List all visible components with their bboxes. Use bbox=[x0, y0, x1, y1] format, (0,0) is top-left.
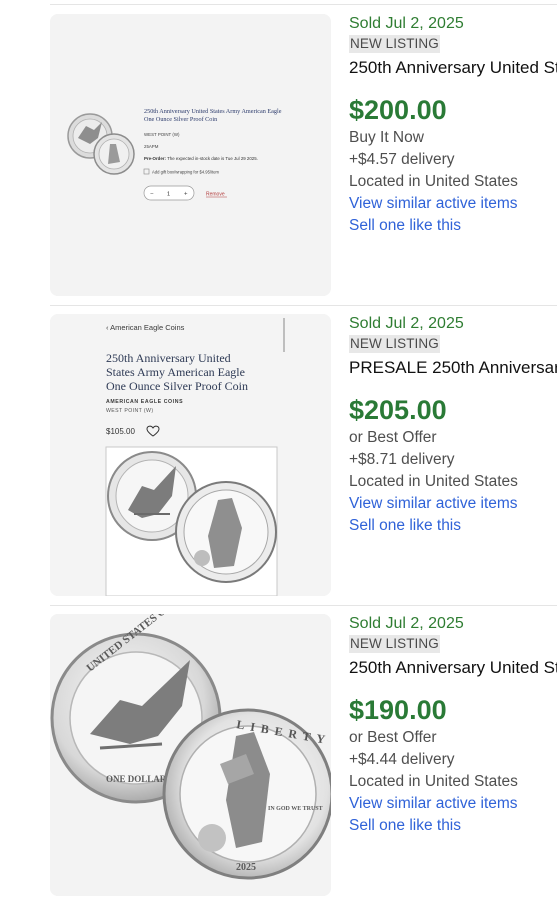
sold-date: Sold Jul 2, 2025 bbox=[349, 15, 464, 32]
product-price: $105.00 bbox=[106, 427, 135, 436]
listing-card[interactable]: UNITED STATES OF AMERICA ONE DOLLAR LIBE… bbox=[50, 614, 557, 898]
delivery-cost: +$4.57 delivery bbox=[349, 151, 455, 168]
purchase-format: or Best Offer bbox=[349, 429, 437, 446]
sell-one-link[interactable]: Sell one like this bbox=[349, 815, 557, 837]
product-title-line2: One Ounce Silver Proof Coin bbox=[144, 116, 217, 123]
gift-label: Add gift box/wrapping for $4.95/item bbox=[152, 170, 220, 175]
coin-obverse-icon bbox=[175, 481, 277, 583]
coin-motto: IN GOD WE TRUST bbox=[268, 806, 323, 812]
listing-price: $190.00 bbox=[349, 695, 447, 725]
listing-card[interactable]: ‹ American Eagle Coins 250th Anniversary… bbox=[50, 314, 557, 606]
product-title-line2: States Army American Eagle bbox=[106, 365, 245, 379]
coin-denomination: ONE DOLLAR bbox=[106, 774, 167, 784]
listing-price: $200.00 bbox=[349, 95, 447, 125]
sell-one-link[interactable]: Sell one like this bbox=[349, 515, 557, 537]
delivery-cost: +$4.44 delivery bbox=[349, 751, 455, 768]
new-listing-badge: NEW LISTING bbox=[349, 35, 440, 53]
preorder-text: Pre-Order: The expected in-stock date is… bbox=[144, 156, 258, 161]
product-title-line3: One Ounce Silver Proof Coin bbox=[106, 379, 248, 393]
coin-obverse-icon: LIBERTY IN GOD WE TRUST 2025 bbox=[162, 708, 331, 880]
coin-obverse-icon bbox=[93, 133, 135, 175]
purchase-format: Buy It Now bbox=[349, 129, 424, 146]
listing-card[interactable]: 250th Anniversary United States Army Ame… bbox=[50, 14, 557, 306]
new-listing-badge: NEW LISTING bbox=[349, 635, 440, 653]
sold-date: Sold Jul 2, 2025 bbox=[349, 615, 464, 632]
listing-price: $205.00 bbox=[349, 395, 447, 425]
listing-image[interactable]: ‹ American Eagle Coins 250th Anniversary… bbox=[50, 314, 331, 596]
remove-link[interactable]: Remove bbox=[206, 192, 225, 198]
preorder-label: Pre-Order: bbox=[144, 156, 166, 161]
coin-year: 2025 bbox=[236, 862, 256, 873]
listing-info: Sold Jul 2, 2025 NEW LISTING PRESALE 250… bbox=[349, 314, 557, 537]
product-title-line1: 250th Anniversary United bbox=[106, 351, 231, 365]
listing-title[interactable]: 250th Anniversary United States Army Ame… bbox=[349, 657, 557, 679]
mint-label: WEST POINT (W) bbox=[144, 132, 180, 137]
sold-date: Sold Jul 2, 2025 bbox=[349, 315, 464, 332]
product-page-screenshot-image: ‹ American Eagle Coins 250th Anniversary… bbox=[50, 314, 331, 596]
view-similar-link[interactable]: View similar active items bbox=[349, 793, 557, 815]
listing-title[interactable]: 250th Anniversary United States Army Ame… bbox=[349, 57, 557, 79]
preorder-date: The expected in-stock date is Tue Jul 29… bbox=[166, 156, 258, 161]
item-location: Located in United States bbox=[349, 773, 518, 790]
item-location: Located in United States bbox=[349, 173, 518, 190]
coin-photo-image: UNITED STATES OF AMERICA ONE DOLLAR LIBE… bbox=[50, 614, 331, 896]
new-listing-badge: NEW LISTING bbox=[349, 335, 440, 353]
view-similar-link[interactable]: View similar active items bbox=[349, 193, 557, 215]
listing-info: Sold Jul 2, 2025 NEW LISTING 250th Anniv… bbox=[349, 14, 557, 237]
mint-label: WEST POINT (W) bbox=[106, 408, 153, 414]
back-link-label: American Eagle Coins bbox=[110, 323, 184, 332]
purchase-format: or Best Offer bbox=[349, 729, 437, 746]
back-link[interactable]: ‹ American Eagle Coins bbox=[106, 323, 185, 332]
product-title-line1: 250th Anniversary United States Army Ame… bbox=[144, 108, 282, 115]
listing-divider bbox=[50, 605, 557, 606]
delivery-cost: +$8.71 delivery bbox=[349, 451, 455, 468]
category-label: AMERICAN EAGLE COINS bbox=[106, 399, 183, 405]
cart-screenshot-image: 250th Anniversary United States Army Ame… bbox=[50, 14, 331, 296]
quantity-value: 1 bbox=[167, 192, 170, 198]
listing-image[interactable]: UNITED STATES OF AMERICA ONE DOLLAR LIBE… bbox=[50, 614, 331, 896]
sku-label: 25APM bbox=[144, 144, 159, 149]
listing-info: Sold Jul 2, 2025 NEW LISTING 250th Anniv… bbox=[349, 614, 557, 837]
listing-divider bbox=[50, 305, 557, 306]
item-location: Located in United States bbox=[349, 473, 518, 490]
minus-icon[interactable]: − bbox=[150, 192, 154, 198]
listing-title[interactable]: PRESALE 250th Anniversary United States … bbox=[349, 357, 557, 379]
listing-image[interactable]: 250th Anniversary United States Army Ame… bbox=[50, 14, 331, 296]
top-divider bbox=[50, 4, 557, 5]
sell-one-link[interactable]: Sell one like this bbox=[349, 215, 557, 237]
plus-icon[interactable]: + bbox=[184, 192, 188, 198]
view-similar-link[interactable]: View similar active items bbox=[349, 493, 557, 515]
